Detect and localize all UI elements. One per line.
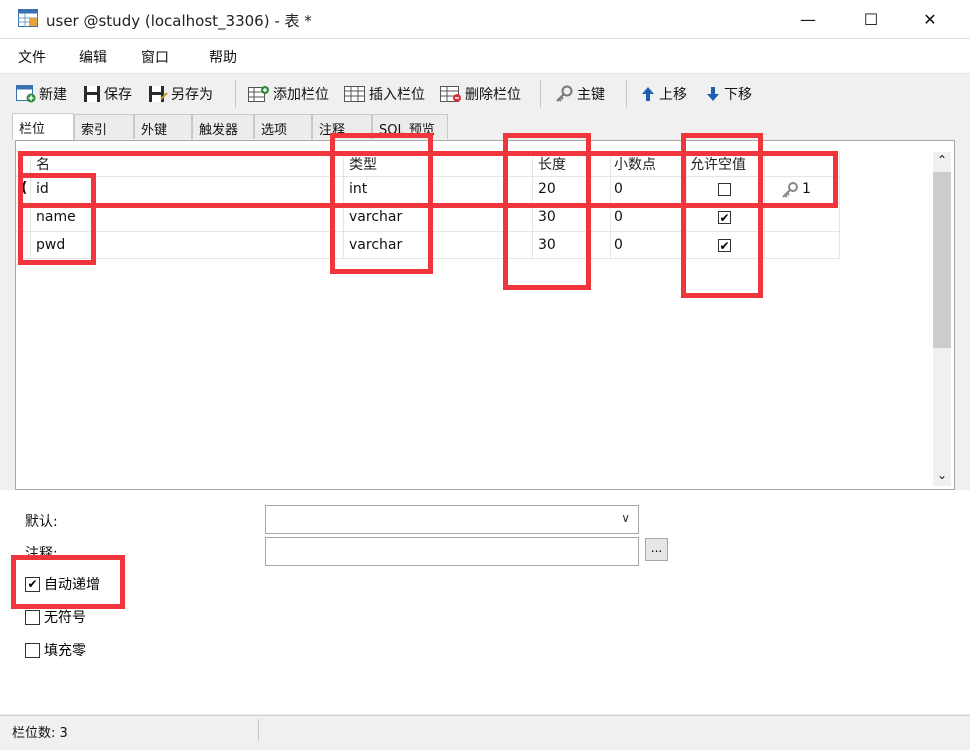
highlight-box bbox=[681, 133, 763, 298]
delete-field-icon bbox=[440, 86, 461, 102]
new-button-label: 新建 bbox=[39, 87, 67, 103]
primary-key-button[interactable]: 主键 bbox=[554, 83, 605, 105]
menu-window[interactable]: 窗口 bbox=[141, 47, 169, 67]
move-up-button[interactable]: 上移 bbox=[640, 83, 687, 105]
zerofill-checkbox[interactable] bbox=[25, 642, 40, 658]
minimize-button[interactable]: — bbox=[785, 0, 831, 38]
key-icon bbox=[556, 85, 573, 102]
tab-triggers[interactable]: 触发器 bbox=[192, 114, 254, 139]
add-field-icon bbox=[248, 86, 269, 102]
chevron-down-icon: ∨ bbox=[621, 511, 630, 525]
comment-input[interactable] bbox=[265, 537, 639, 566]
highlight-box bbox=[330, 133, 433, 274]
toolbar: 新建 保存 另存为 添加栏位 插入栏位 删除栏位 主键 上移 下移 bbox=[0, 73, 970, 112]
highlight-box bbox=[503, 133, 591, 290]
tab-fields[interactable]: 栏位 bbox=[12, 113, 74, 140]
title-bar: user @study (localhost_3306) - 表 * — ☐ ✕ bbox=[0, 0, 970, 39]
maximize-button[interactable]: ☐ bbox=[848, 0, 894, 38]
menu-bar: 文件 编辑 窗口 帮助 bbox=[0, 39, 970, 73]
grid-scrollbar-thumb[interactable] bbox=[933, 172, 951, 348]
field-decimal-cell[interactable]: 0 bbox=[614, 237, 623, 253]
move-down-button[interactable]: 下移 bbox=[705, 83, 752, 105]
highlight-box bbox=[11, 555, 125, 609]
move-down-label: 下移 bbox=[724, 87, 752, 103]
save-as-button-label: 另存为 bbox=[171, 87, 213, 103]
menu-help[interactable]: 帮助 bbox=[209, 47, 237, 67]
save-as-icon bbox=[149, 86, 168, 102]
grid-column-divider bbox=[839, 152, 840, 258]
tab-foreign-keys[interactable]: 外键 bbox=[134, 114, 192, 139]
status-separator bbox=[258, 719, 259, 741]
table-window-icon bbox=[18, 9, 38, 27]
menu-edit[interactable]: 编辑 bbox=[79, 47, 107, 67]
toolbar-separator bbox=[626, 80, 627, 108]
save-as-button[interactable]: 另存为 bbox=[148, 83, 213, 105]
zerofill-option[interactable]: 填充零 bbox=[25, 641, 86, 659]
unsigned-checkbox[interactable] bbox=[25, 609, 40, 625]
primary-key-label: 主键 bbox=[577, 87, 605, 103]
insert-field-label: 插入栏位 bbox=[369, 87, 425, 103]
unsigned-option[interactable]: 无符号 bbox=[25, 608, 86, 626]
delete-field-button[interactable]: 删除栏位 bbox=[440, 83, 521, 105]
tab-indexes[interactable]: 索引 bbox=[74, 114, 134, 139]
close-button[interactable]: ✕ bbox=[907, 0, 953, 38]
comment-edit-button[interactable]: ... bbox=[645, 538, 668, 561]
zerofill-label: 填充零 bbox=[44, 643, 86, 659]
tab-options[interactable]: 选项 bbox=[254, 114, 312, 139]
save-button-label: 保存 bbox=[104, 87, 132, 103]
field-decimal-cell[interactable]: 0 bbox=[614, 209, 623, 225]
add-field-button[interactable]: 添加栏位 bbox=[248, 83, 329, 105]
move-up-label: 上移 bbox=[659, 87, 687, 103]
scroll-down-icon[interactable]: ⌄ bbox=[937, 468, 947, 482]
scroll-up-icon[interactable]: ⌃ bbox=[937, 153, 947, 167]
insert-field-icon bbox=[344, 86, 365, 102]
status-bar: 栏位数: 3 bbox=[0, 715, 970, 750]
new-button[interactable]: 新建 bbox=[16, 83, 67, 105]
window-title: user @study (localhost_3306) - 表 * bbox=[46, 12, 312, 30]
insert-field-button[interactable]: 插入栏位 bbox=[344, 83, 425, 105]
unsigned-label: 无符号 bbox=[44, 610, 86, 626]
save-icon bbox=[84, 86, 100, 102]
tab-strip: 栏位 索引 外键 触发器 选项 注释 SQL 预览 bbox=[12, 113, 970, 140]
toolbar-separator bbox=[235, 80, 236, 108]
menu-file[interactable]: 文件 bbox=[18, 47, 46, 67]
new-table-icon bbox=[16, 85, 36, 103]
field-count: 栏位数: 3 bbox=[12, 726, 68, 741]
add-field-label: 添加栏位 bbox=[273, 87, 329, 103]
default-label: 默认: bbox=[25, 514, 58, 530]
highlight-box bbox=[18, 173, 96, 265]
default-value-combo[interactable]: ∨ bbox=[265, 505, 639, 534]
save-button[interactable]: 保存 bbox=[83, 83, 132, 105]
arrow-up-icon bbox=[642, 87, 654, 101]
delete-field-label: 删除栏位 bbox=[465, 87, 521, 103]
arrow-down-icon bbox=[707, 87, 719, 101]
toolbar-separator bbox=[540, 80, 541, 108]
